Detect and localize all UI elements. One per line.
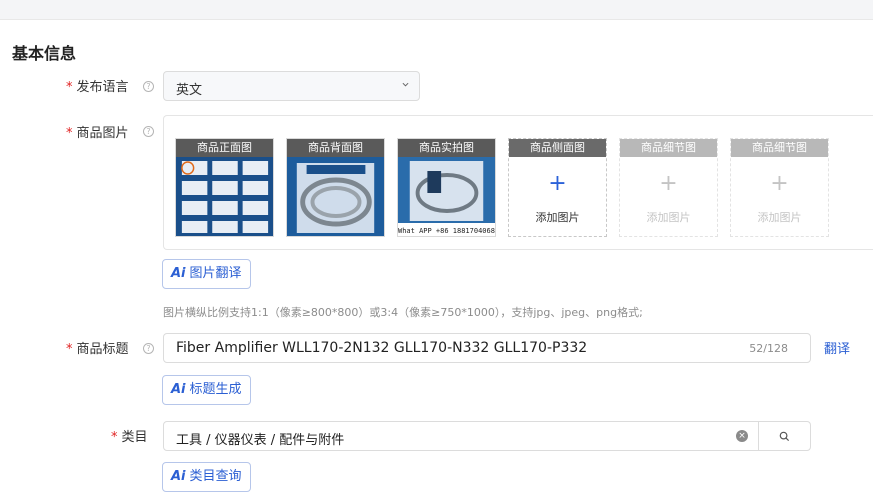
image-translate-button[interactable]: Ai 图片翻译 (162, 259, 251, 289)
plus-icon: + (770, 171, 789, 196)
product-photo-front (176, 157, 273, 236)
ai-sparkle-icon: Ai (171, 469, 186, 484)
image-slot-label: 商品背面图 (287, 139, 384, 157)
category-value: 工具 / 仪器仪表 / 配件与附件 (176, 433, 345, 448)
images-label: * 商品图片 (66, 126, 129, 141)
image-slot-front[interactable]: 商品正面图 (175, 138, 274, 237)
top-bar (0, 0, 873, 20)
image-slot-label: 商品细节图 (731, 139, 828, 157)
language-select-value: 英文 (176, 83, 203, 98)
title-generate-button[interactable]: Ai 标题生成 (162, 375, 251, 405)
image-slot-detail-2[interactable]: 商品细节图 + 添加图片 (730, 138, 829, 237)
translate-link[interactable]: 翻译 (824, 338, 850, 357)
add-image-text: 添加图片 (646, 211, 691, 224)
language-select[interactable]: 英文 (163, 71, 420, 101)
plus-icon: + (659, 171, 678, 196)
section-title: 基本信息 (12, 44, 77, 63)
character-count: 52/128 (749, 342, 788, 355)
image-slot-real[interactable]: 商品实拍图 What APP +86 18817040688 (397, 138, 496, 237)
photo-watermark-text: What APP +86 18817040688 (398, 227, 495, 235)
image-slot-label: 商品实拍图 (398, 139, 495, 157)
ai-sparkle-icon: Ai (171, 266, 186, 281)
add-image-text: 添加图片 (757, 211, 802, 224)
category-label: * 类目 (111, 430, 148, 445)
question-circle-icon[interactable]: ? (143, 81, 154, 92)
chevron-down-icon (402, 82, 409, 87)
category-input[interactable]: 工具 / 仪器仪表 / 配件与附件 × (163, 421, 759, 451)
question-circle-icon[interactable]: ? (143, 343, 154, 354)
question-circle-icon[interactable]: ? (143, 126, 154, 137)
category-search-button[interactable] (758, 421, 811, 451)
product-photo-back (287, 157, 384, 236)
image-slot-label: 商品正面图 (176, 139, 273, 157)
title-label: * 商品标题 (66, 342, 129, 357)
search-icon (779, 431, 790, 442)
image-slot-side[interactable]: 商品侧面图 + 添加图片 (508, 138, 607, 237)
clear-circle-icon[interactable]: × (736, 430, 748, 442)
product-photo-real (398, 157, 495, 236)
image-slot-label: 商品侧面图 (509, 139, 606, 157)
ai-sparkle-icon: Ai (171, 382, 186, 397)
product-title-value: Fiber Amplifier WLL170-2N132 GLL170-N332… (176, 340, 588, 356)
image-slot-back[interactable]: 商品背面图 (286, 138, 385, 237)
plus-icon: + (548, 171, 567, 196)
add-image-text: 添加图片 (535, 211, 580, 224)
image-format-hint: 图片横纵比例支持1:1（像素≥800*800）或3:4（像素≥750*1000）… (163, 306, 643, 319)
product-title-input[interactable]: Fiber Amplifier WLL170-2N132 GLL170-N332… (163, 333, 811, 363)
category-query-button[interactable]: Ai 类目查询 (162, 462, 251, 492)
language-label: * 发布语言 (66, 80, 129, 95)
image-slot-detail-1[interactable]: 商品细节图 + 添加图片 (619, 138, 718, 237)
image-slot-label: 商品细节图 (620, 139, 717, 157)
